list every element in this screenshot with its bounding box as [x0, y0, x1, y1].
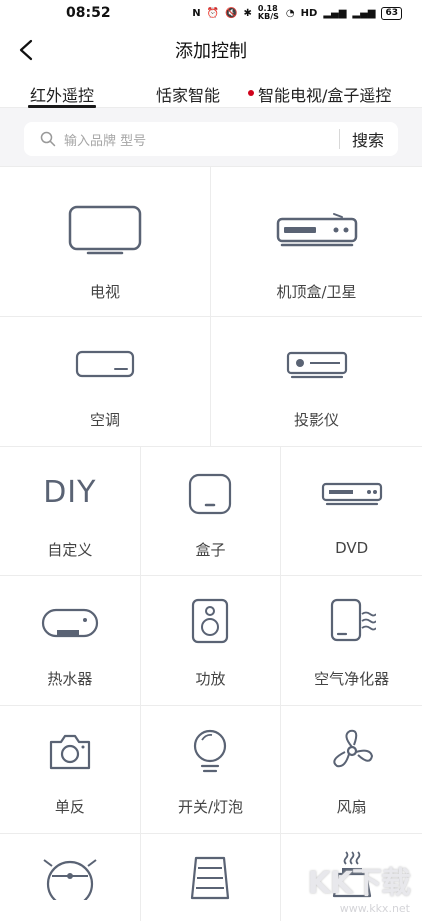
- dvd-icon: [321, 482, 382, 506]
- heater-icon: [191, 856, 230, 900]
- device-set-top-box[interactable]: 机顶盒/卫星: [211, 167, 422, 316]
- device-box[interactable]: 盒子: [141, 447, 282, 575]
- device-label: 投影仪: [293, 411, 339, 429]
- back-button[interactable]: [12, 36, 40, 64]
- device-label: 盒子: [195, 541, 226, 559]
- tv-icon: [68, 205, 142, 255]
- tab-label: 智能电视/盒子遥控: [258, 86, 392, 105]
- air-conditioner-icon: [75, 350, 135, 378]
- tab-smart-tv-box-remote[interactable]: 智能电视/盒子遥控: [248, 82, 392, 108]
- device-air-purifier[interactable]: 空气净化器: [281, 576, 422, 705]
- light-bulb-icon: [194, 729, 227, 773]
- device-tv[interactable]: 电视: [0, 167, 211, 316]
- signal-icon-2: ▂▄▆: [352, 7, 376, 19]
- tab-infrared-remote[interactable]: 红外遥控: [27, 82, 97, 108]
- fan-icon: [333, 729, 373, 768]
- device-grid: 电视 机顶盒/卫星 空调 投影仪 DIY 自定义 盒子 DVD 热水器 功放 空…: [0, 166, 422, 921]
- tab-label: 恬家智能: [156, 86, 221, 105]
- tab-label: 红外遥控: [30, 86, 95, 105]
- amplifier-icon: [192, 598, 229, 644]
- signal-icon-1: ▂▄▆: [323, 7, 347, 19]
- alarm-icon: ⏰: [206, 7, 220, 19]
- device-projector[interactable]: 投影仪: [211, 317, 422, 446]
- watermark-logo: KK下载: [307, 866, 411, 901]
- box-icon: [189, 473, 232, 515]
- wifi-icon: ◔: [285, 7, 295, 19]
- watermark: KK下载 www.kkx.net: [308, 858, 411, 915]
- device-light-switch[interactable]: 开关/灯泡: [141, 706, 282, 833]
- device-row: 单反 开关/灯泡 风扇: [0, 705, 422, 833]
- page-title: 添加控制: [175, 41, 247, 62]
- device-air-conditioner[interactable]: 空调: [0, 317, 211, 446]
- device-row: 电视 机顶盒/卫星: [0, 166, 422, 316]
- device-water-heater[interactable]: 热水器: [0, 576, 141, 705]
- search-input[interactable]: 输入品牌 型号: [64, 130, 339, 149]
- device-fan[interactable]: 风扇: [281, 706, 422, 833]
- device-label: 空气净化器: [314, 670, 390, 688]
- robot-vacuum-icon: [43, 859, 97, 900]
- status-time: 08:52: [66, 5, 111, 21]
- battery-indicator: 63: [381, 6, 402, 20]
- device-label: 风扇: [336, 798, 367, 816]
- nfc-icon: N: [192, 7, 201, 19]
- device-label: 空调: [89, 411, 120, 429]
- search-icon: [40, 130, 58, 148]
- status-icons: N ⏰ 🔇 ✱ 0.18 KB/S ◔ HD ▂▄▆ ▂▄▆ 63: [192, 5, 402, 21]
- watermark-url: www.kkx.net: [339, 902, 410, 915]
- device-label: 开关/灯泡: [177, 798, 244, 816]
- device-amplifier[interactable]: 功放: [141, 576, 282, 705]
- device-label: 自定义: [47, 541, 93, 559]
- device-label: DVD: [335, 539, 369, 557]
- device-row: 热水器 功放 空气净化器: [0, 575, 422, 705]
- search-bar: 输入品牌 型号 搜索: [24, 122, 398, 156]
- device-row: 空调 投影仪: [0, 316, 422, 446]
- device-dvd[interactable]: DVD: [281, 447, 422, 575]
- device-label: 功放: [195, 670, 226, 688]
- device-heater[interactable]: [141, 834, 282, 921]
- set-top-box-icon: [276, 213, 357, 247]
- air-purifier-icon: [330, 598, 376, 642]
- bluetooth-icon: ✱: [243, 7, 252, 19]
- back-arrow-icon: [19, 39, 33, 61]
- status-bar: 08:52 N ⏰ 🔇 ✱ 0.18 KB/S ◔ HD ▂▄▆ ▂▄▆ 63: [0, 0, 422, 26]
- camera-icon: [49, 734, 90, 770]
- tab-bar: 红外遥控 恬家智能 智能电视/盒子遥控: [0, 74, 422, 108]
- projector-icon: [286, 351, 347, 379]
- new-badge-dot: [248, 90, 255, 96]
- mute-icon: 🔇: [225, 7, 238, 19]
- search-section: 输入品牌 型号 搜索: [0, 108, 422, 156]
- device-camera[interactable]: 单反: [0, 706, 141, 833]
- search-button[interactable]: 搜索: [340, 127, 398, 151]
- device-label: 热水器: [47, 670, 93, 688]
- hd-icon: HD: [300, 7, 318, 19]
- device-robot-vacuum[interactable]: [0, 834, 141, 921]
- device-label: 单反: [54, 798, 85, 816]
- device-label: 电视: [89, 283, 120, 301]
- tab-tianjia-smart[interactable]: 恬家智能: [156, 82, 220, 108]
- water-heater-icon: [41, 608, 98, 638]
- diy-icon: DIY: [43, 475, 97, 510]
- device-label: 机顶盒/卫星: [276, 283, 357, 301]
- device-row: DIY 自定义 盒子 DVD: [0, 446, 422, 575]
- header: 添加控制: [0, 26, 422, 74]
- device-diy[interactable]: DIY 自定义: [0, 447, 141, 575]
- network-speed: 0.18 KB/S: [257, 4, 279, 21]
